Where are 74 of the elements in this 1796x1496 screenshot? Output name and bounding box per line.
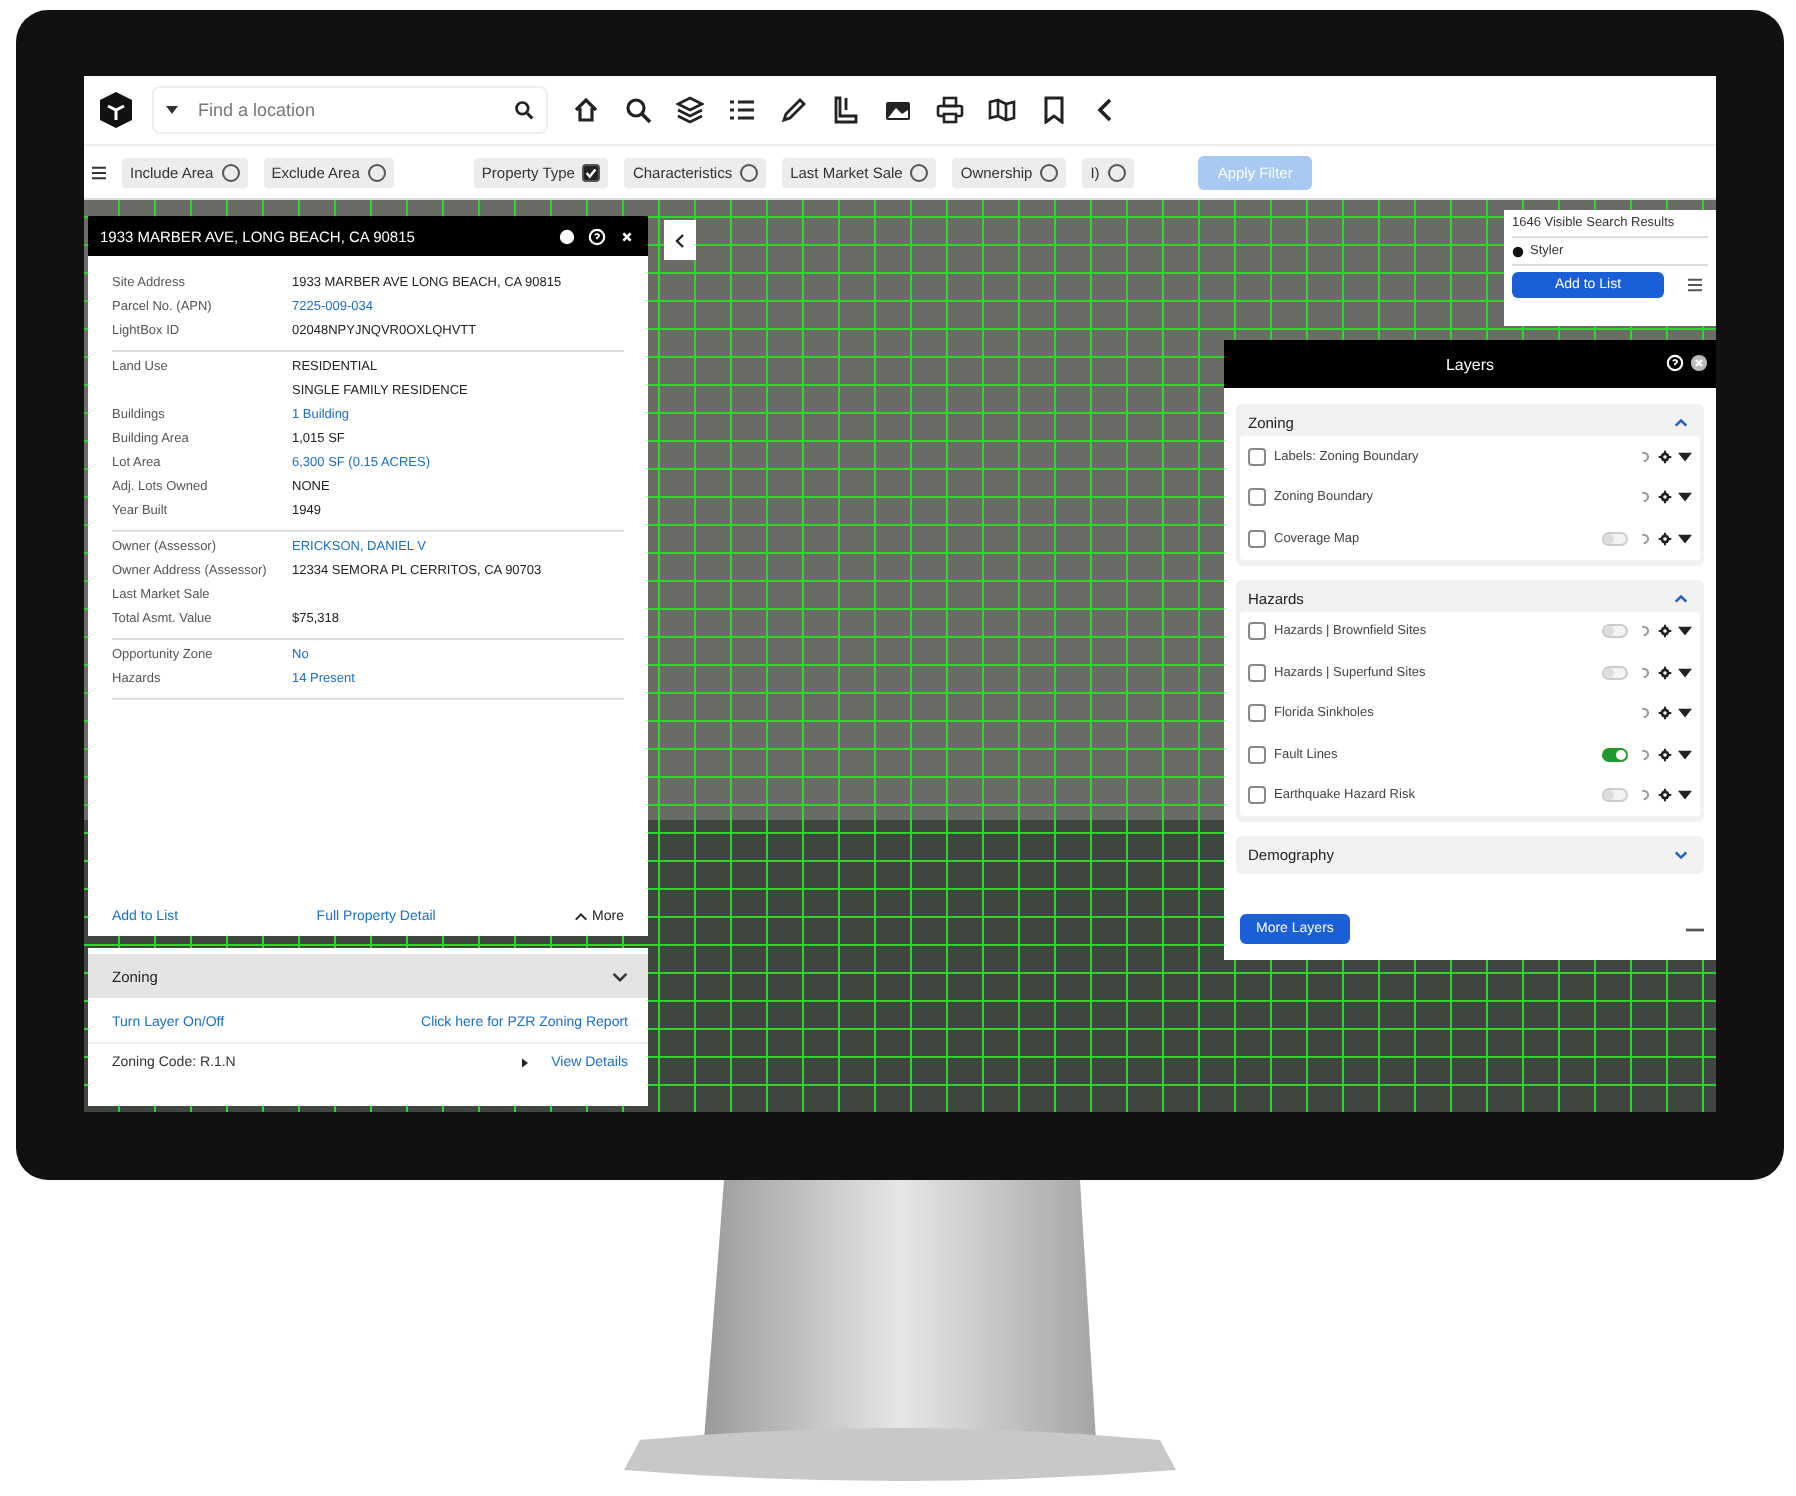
gear-icon[interactable] [1658, 747, 1672, 762]
menu-icon[interactable] [1688, 278, 1702, 292]
layer-checkbox[interactable] [1248, 745, 1266, 764]
help-icon[interactable] [588, 227, 606, 245]
pencil-icon[interactable] [780, 96, 808, 124]
layer-checkbox[interactable] [1248, 447, 1266, 466]
caret-icon[interactable] [1678, 706, 1692, 721]
layer-checkbox[interactable] [1248, 529, 1266, 548]
gear-icon[interactable] [1658, 788, 1672, 803]
gear-icon[interactable] [1658, 624, 1672, 639]
list-icon[interactable] [728, 96, 756, 124]
layers-icon[interactable] [676, 96, 704, 124]
minimize-icon[interactable] [1686, 927, 1704, 931]
gear-icon[interactable] [1658, 531, 1672, 546]
map-icon[interactable] [988, 96, 1016, 124]
layer-checkbox[interactable] [1248, 488, 1266, 507]
triangle-icon [521, 1058, 528, 1068]
filter-checkbox[interactable] [910, 163, 929, 181]
layer-toggle[interactable] [1602, 747, 1628, 762]
chevron-icon [1674, 593, 1688, 603]
refresh-icon[interactable] [1638, 665, 1652, 680]
image-icon[interactable] [884, 96, 912, 124]
gear-icon[interactable] [1658, 706, 1672, 721]
caret-icon[interactable] [1678, 624, 1692, 639]
layer-toggle[interactable] [1602, 624, 1628, 639]
filter-checkbox[interactable] [367, 163, 386, 181]
close-icon[interactable] [1690, 354, 1708, 372]
chevron-icon [1674, 850, 1688, 860]
gear-icon[interactable] [1658, 490, 1672, 505]
filter-checkbox[interactable] [740, 163, 759, 181]
help-icon[interactable] [1666, 354, 1684, 372]
chevron-up-icon [574, 912, 589, 922]
caret-icon[interactable] [1678, 531, 1692, 546]
caret-icon[interactable] [1678, 747, 1692, 762]
caret-icon[interactable] [1678, 788, 1692, 803]
search-icon [514, 100, 534, 120]
layer-checkbox[interactable] [1248, 704, 1266, 723]
refresh-icon[interactable] [1638, 490, 1652, 505]
layer-toggle[interactable] [1602, 665, 1628, 680]
refresh-icon[interactable] [1638, 747, 1652, 762]
palette-icon [1512, 245, 1524, 257]
refresh-icon[interactable] [1638, 449, 1652, 464]
caret-icon [166, 106, 178, 114]
location-search-field[interactable]: Find a location [152, 86, 548, 134]
gear-icon[interactable] [1658, 449, 1672, 464]
refresh-icon[interactable] [1638, 788, 1652, 803]
layer-checkbox[interactable] [1248, 786, 1266, 805]
filter-checkbox[interactable] [221, 163, 240, 181]
bookmark-icon[interactable] [1040, 96, 1068, 124]
menu-icon[interactable] [92, 165, 106, 179]
layer-toggle[interactable] [1602, 788, 1628, 803]
close-icon[interactable] [618, 227, 636, 245]
layer-checkbox[interactable] [1248, 622, 1266, 641]
chevron-icon [1674, 418, 1688, 428]
print-icon[interactable] [936, 96, 964, 124]
filter-checkbox[interactable] [582, 163, 601, 181]
layer-checkbox[interactable] [1248, 663, 1266, 682]
collapse-panel-button[interactable] [664, 220, 696, 260]
cube-logo-icon [96, 90, 136, 130]
chevron-left-icon [674, 231, 686, 249]
caret-icon[interactable] [1678, 490, 1692, 505]
filter-checkbox[interactable] [1040, 163, 1059, 181]
filter-checkbox[interactable] [1107, 163, 1126, 181]
refresh-icon[interactable] [1638, 624, 1652, 639]
gear-icon[interactable] [1658, 665, 1672, 680]
layer-toggle[interactable] [1602, 531, 1628, 546]
refresh-icon[interactable] [1638, 706, 1652, 721]
caret-icon[interactable] [1678, 449, 1692, 464]
home-icon[interactable] [572, 96, 600, 124]
chevron-down-icon [612, 971, 628, 981]
layers-title: Layers [1445, 355, 1494, 373]
refresh-icon[interactable] [1638, 531, 1652, 546]
caret-icon[interactable] [1678, 665, 1692, 680]
search-icon[interactable] [624, 96, 652, 124]
